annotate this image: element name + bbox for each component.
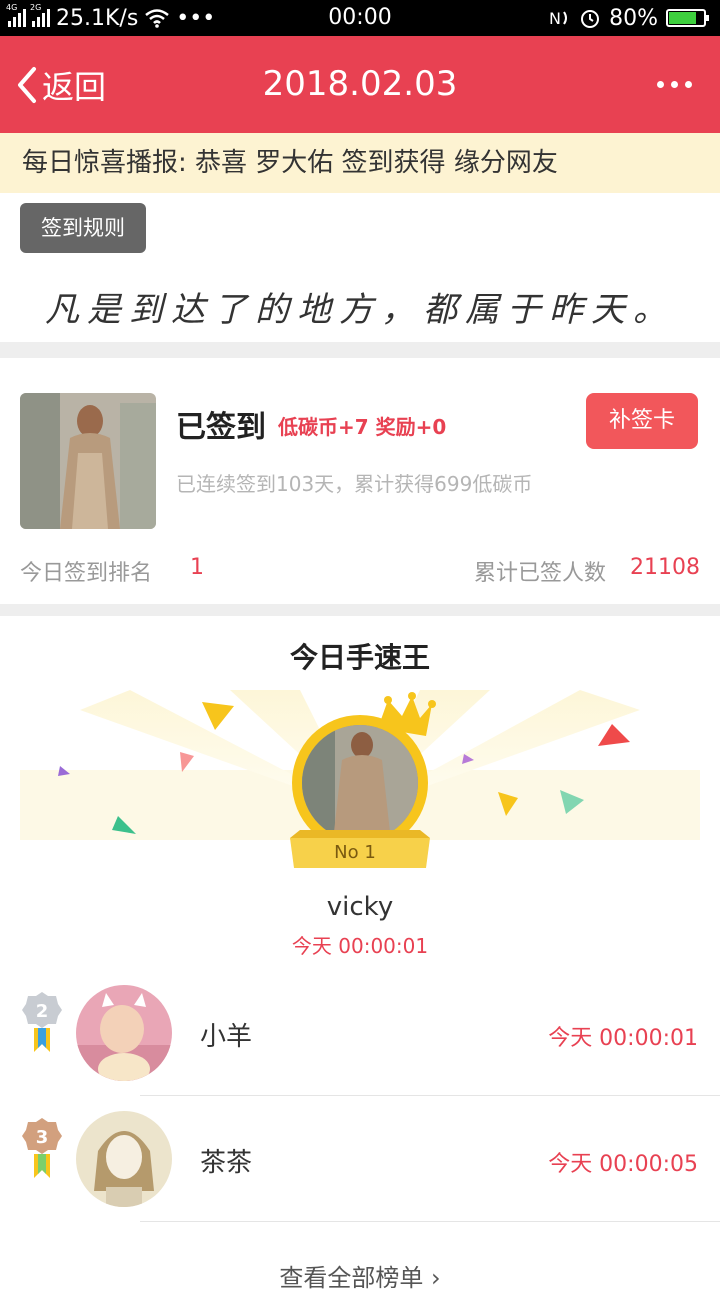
rank-user-name: 小羊: [200, 1022, 253, 1052]
back-button[interactable]: 返回: [14, 36, 106, 133]
champion-name: vicky: [326, 892, 394, 922]
champion-burst: No 1: [20, 690, 700, 868]
speed-king-title: 今日手速王: [289, 641, 430, 674]
alarm-icon: [581, 10, 600, 28]
nav-bar: 返回 2018.02.03: [0, 36, 720, 133]
total-signed-label: 累计已签人数: [473, 561, 606, 586]
confetti-icon: [202, 702, 234, 730]
battery-icon: [666, 9, 709, 27]
makeup-card-button[interactable]: 补签卡: [586, 393, 698, 449]
network-2g-label: 2G: [30, 3, 42, 12]
status-bar: 4G 2G 25.1K/s ••• 00:00 N 80%: [0, 0, 720, 36]
bronze-medal-icon: 3: [22, 1118, 62, 1178]
list-item[interactable]: 2 小羊 今天 00:00:01: [0, 970, 720, 1096]
rank-number: 2: [36, 1001, 49, 1022]
section-divider: [0, 342, 720, 358]
signal-4g-icon: 4G: [6, 3, 26, 27]
reward-text: 低碳币+7 奖励+0: [278, 415, 447, 439]
svg-text:N: N: [549, 9, 561, 28]
status-right: N 80%: [549, 4, 709, 32]
announcement-banner: 每日惊喜播报: 恭喜 罗大佑 签到获得 缘分网友: [0, 133, 720, 193]
confetti-icon: [598, 724, 630, 746]
section-divider: [0, 604, 720, 616]
wifi-icon: [145, 9, 170, 28]
network-speed: 25.1K/s: [56, 5, 139, 31]
list-item[interactable]: 3 茶茶 今天 00:00:05: [0, 1096, 720, 1222]
signal-2g-icon: 2G: [30, 3, 50, 27]
chevron-left-icon: [18, 66, 36, 103]
silver-medal-icon: 2: [22, 992, 62, 1052]
view-all-rankings-link[interactable]: 查看全部榜单 ›: [0, 1258, 720, 1293]
user-avatar[interactable]: [20, 393, 156, 529]
avatar[interactable]: [76, 1111, 172, 1207]
rank-number: 3: [36, 1127, 49, 1148]
signed-status: 已签到: [176, 410, 266, 445]
back-label: 返回: [42, 67, 107, 106]
champion-time: 今天 00:00:01: [291, 934, 429, 958]
rank-time: 今天 00:00:05: [548, 1152, 698, 1177]
streak-text: 已连续签到103天，累计获得699低碳币: [176, 472, 533, 496]
sign-rules-button[interactable]: 签到规则: [20, 203, 146, 253]
today-rank-label: 今日签到排名: [20, 561, 153, 586]
status-left: 4G 2G 25.1K/s •••: [6, 3, 216, 32]
no1-badge: No 1: [334, 842, 376, 863]
network-4g-label: 4G: [6, 3, 18, 12]
daily-quote: 凡是到达了的地方，都属于昨天。: [45, 290, 675, 330]
nfc-icon: N: [549, 9, 568, 28]
row-divider: [140, 1221, 720, 1222]
today-rank-value: 1: [190, 555, 204, 580]
rank-time: 今天 00:00:01: [548, 1026, 698, 1051]
status-more-dots: •••: [176, 5, 216, 31]
more-options-button[interactable]: [657, 36, 692, 133]
total-signed-value: 21108: [630, 555, 700, 580]
avatar[interactable]: [76, 985, 172, 1081]
page-title: 2018.02.03: [262, 64, 458, 104]
confetti-icon: [180, 752, 194, 772]
battery-percent: 80%: [609, 5, 658, 31]
rank-user-name: 茶茶: [200, 1148, 253, 1178]
